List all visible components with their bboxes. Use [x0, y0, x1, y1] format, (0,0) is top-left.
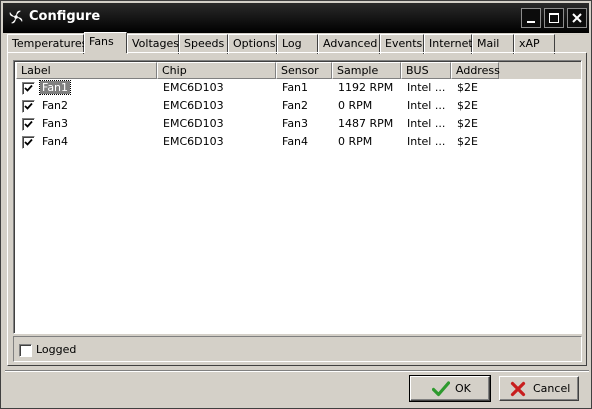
ok-button[interactable]: OK: [409, 375, 491, 402]
row-label: Fan1: [38, 80, 72, 95]
tab-label: Voltages: [132, 37, 179, 50]
column-header-address[interactable]: Address: [451, 62, 500, 79]
logged-group: Logged: [13, 336, 582, 362]
column-header-label[interactable]: Label: [16, 62, 157, 79]
row-sample: 0 RPM: [338, 135, 373, 148]
row-bus: Intel ...: [407, 135, 446, 148]
x-icon: [510, 381, 526, 397]
column-header-chip[interactable]: Chip: [157, 62, 276, 79]
column-label: Chip: [162, 64, 187, 77]
row-checkbox[interactable]: [22, 82, 35, 95]
tab-label: Internet: [429, 37, 473, 50]
row-sensor: Fan2: [282, 99, 309, 112]
close-button[interactable]: [567, 8, 587, 28]
title-bar[interactable]: Configure: [3, 3, 589, 33]
tab-log[interactable]: Log: [277, 34, 318, 54]
close-icon: [572, 13, 582, 23]
tab-mail[interactable]: Mail: [472, 34, 514, 54]
tab-advanced[interactable]: Advanced: [318, 34, 380, 54]
row-sample: 1487 RPM: [338, 117, 394, 130]
check-icon: [432, 381, 450, 397]
row-address: $2E: [457, 135, 478, 148]
column-label: BUS: [406, 64, 429, 77]
row-checkbox[interactable]: [22, 118, 35, 131]
cancel-button[interactable]: Cancel: [499, 376, 579, 401]
row-chip: EMC6D103: [163, 81, 224, 94]
fan-app-icon: [7, 8, 25, 26]
row-address: $2E: [457, 117, 478, 130]
tab-label: Mail: [477, 37, 500, 50]
tab-temperatures[interactable]: Temperatures: [7, 34, 88, 54]
maximize-icon: [549, 13, 559, 23]
minimize-button[interactable]: [521, 8, 541, 28]
column-header-bus[interactable]: BUS: [401, 62, 451, 79]
configure-window: Configure Temperatures Fans Voltages Spe…: [0, 0, 592, 409]
column-label: Label: [21, 64, 51, 77]
row-sample: 1192 RPM: [338, 81, 394, 94]
row-checkbox[interactable]: [22, 136, 35, 149]
tab-label: Log: [282, 37, 302, 50]
row-address: $2E: [457, 81, 478, 94]
checkmark-icon: [24, 138, 33, 146]
column-label: Address: [456, 64, 500, 77]
row-bus: Intel ...: [407, 99, 446, 112]
tab-speeds[interactable]: Speeds: [179, 34, 228, 54]
tab-voltages[interactable]: Voltages: [127, 34, 179, 54]
tab-label: xAP: [519, 37, 540, 50]
column-header-sensor[interactable]: Sensor: [276, 62, 332, 79]
tab-fans[interactable]: Fans: [84, 32, 127, 53]
tab-label: Fans: [89, 35, 114, 48]
table-row[interactable]: Fan2 EMC6D103 Fan2 0 RPM Intel ... $2E: [16, 97, 581, 115]
list-header: Label Chip Sensor Sample BUS Address: [16, 62, 581, 79]
tab-label: Advanced: [323, 37, 378, 50]
row-sensor: Fan1: [282, 81, 309, 94]
cancel-label: Cancel: [533, 382, 571, 395]
table-row[interactable]: Fan1 EMC6D103 Fan1 1192 RPM Intel ... $2…: [16, 79, 581, 97]
tab-label: Speeds: [184, 37, 225, 50]
tab-xap[interactable]: xAP: [514, 34, 555, 54]
tab-strip: Temperatures Fans Voltages Speeds Option…: [7, 32, 587, 54]
column-label: Sensor: [281, 64, 319, 77]
column-header-sample[interactable]: Sample: [332, 62, 401, 79]
fans-list[interactable]: Label Chip Sensor Sample BUS Address Fan…: [13, 60, 582, 334]
ok-label: OK: [455, 382, 471, 395]
column-label: Sample: [337, 64, 379, 77]
row-sensor: Fan3: [282, 117, 309, 130]
row-sample: 0 RPM: [338, 99, 373, 112]
row-bus: Intel ...: [407, 117, 446, 130]
checkmark-icon: [24, 102, 33, 110]
table-row[interactable]: Fan4 EMC6D103 Fan4 0 RPM Intel ... $2E: [16, 133, 581, 151]
row-label: Fan4: [42, 135, 69, 148]
table-row[interactable]: Fan3 EMC6D103 Fan3 1487 RPM Intel ... $2…: [16, 115, 581, 133]
checkmark-icon: [24, 120, 33, 128]
row-checkbox[interactable]: [22, 100, 35, 113]
minimize-icon: [527, 21, 535, 23]
row-address: $2E: [457, 99, 478, 112]
tab-label: Temperatures: [12, 37, 88, 50]
logged-checkbox[interactable]: [19, 344, 32, 357]
tab-options[interactable]: Options: [228, 34, 277, 54]
row-chip: EMC6D103: [163, 99, 224, 112]
row-label: Fan2: [42, 99, 69, 112]
row-chip: EMC6D103: [163, 135, 224, 148]
tab-label: Events: [385, 37, 423, 50]
window-title: Configure: [29, 9, 101, 24]
dialog-separator: [5, 370, 589, 372]
tab-internet[interactable]: Internet: [424, 34, 473, 54]
row-label: Fan3: [42, 117, 69, 130]
tab-events[interactable]: Events: [380, 34, 424, 54]
logged-label[interactable]: Logged: [36, 343, 76, 356]
row-bus: Intel ...: [407, 81, 446, 94]
maximize-button[interactable]: [544, 8, 564, 28]
tab-label: Options: [233, 37, 276, 50]
row-chip: EMC6D103: [163, 117, 224, 130]
checkmark-icon: [24, 84, 33, 92]
row-sensor: Fan4: [282, 135, 309, 148]
